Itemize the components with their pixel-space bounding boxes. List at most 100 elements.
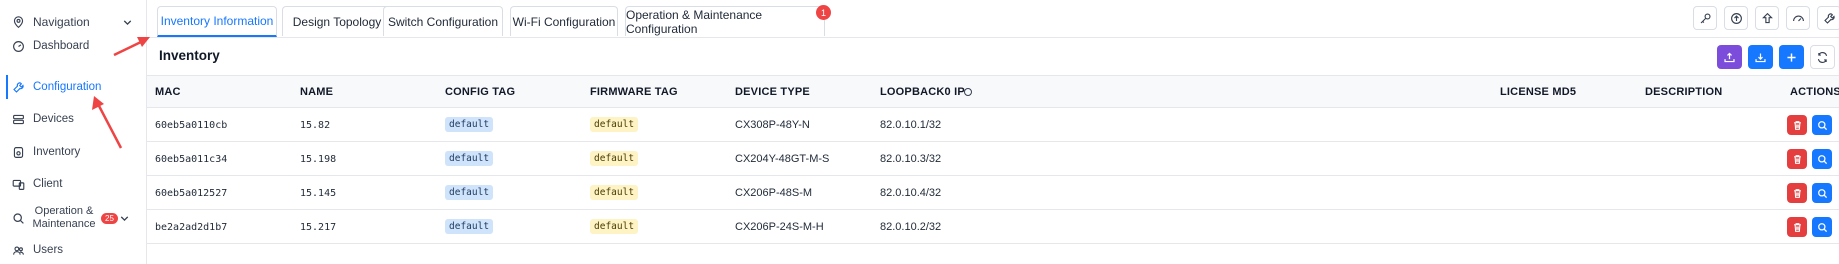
cell-mac: 60eb5a011c34 (155, 154, 228, 165)
plus-icon (1787, 52, 1796, 62)
sidebar-item-label: Dashboard (33, 40, 90, 52)
tab-label: Switch Configuration (387, 14, 499, 29)
sidebar-item-label: Client (33, 178, 63, 190)
location-pin-icon (12, 15, 25, 29)
table-row: 60eb5a012527 15.145 default default CX20… (147, 176, 1839, 210)
sidebar-item-label-line2: Maintenance (32, 218, 96, 230)
column-header-actions: ACTIONS (1790, 86, 1839, 98)
sidebar-item-label: Inventory (33, 146, 81, 158)
sidebar-item-devices[interactable]: Devices (12, 108, 140, 130)
sidebar-item-operation-maintenance[interactable]: Operation & Maintenance 25 (12, 203, 140, 233)
sidebar-item-label: Configuration (33, 81, 102, 93)
delete-button[interactable] (1787, 149, 1807, 169)
tab-switch-configuration[interactable]: Switch Configuration (383, 6, 503, 36)
delete-button[interactable] (1787, 115, 1807, 135)
column-header-name[interactable]: NAME (300, 86, 333, 98)
sidebar: Navigation Dashboard Configuration Devic… (0, 0, 147, 264)
table-row: be2a2ad2d1b7 15.217 default default CX20… (147, 210, 1839, 244)
gauge-icon (12, 40, 25, 53)
cell-loopback-ip: 82.0.10.4/32 (880, 187, 942, 199)
info-circle-icon[interactable] (964, 88, 972, 96)
view-button[interactable] (1812, 183, 1832, 203)
sidebar-item-configuration[interactable]: Configuration (12, 76, 140, 98)
cell-device-type: CX308P-48Y-N (735, 119, 810, 131)
speedometer-icon (1792, 15, 1804, 21)
tab-label: Inventory Information (160, 14, 274, 28)
nav-header-label: Navigation (33, 15, 90, 29)
inventory-table: MAC NAME CONFIG TAG FIRMWARE TAG DEVICE … (147, 75, 1839, 244)
cell-name: 15.198 (300, 154, 337, 165)
upload-arrow-icon (1761, 12, 1773, 23)
upload-circle-button[interactable] (1724, 6, 1748, 30)
section-title: Inventory (159, 48, 220, 63)
server-icon (12, 113, 25, 126)
tab-label: Wi-Fi Configuration (512, 14, 616, 29)
nav-header[interactable]: Navigation (12, 12, 134, 32)
column-header-config-tag[interactable]: CONFIG TAG (445, 86, 515, 98)
tab-wifi-configuration[interactable]: Wi-Fi Configuration (510, 6, 618, 36)
firmware-tag-badge: default (590, 117, 639, 132)
view-button[interactable] (1812, 149, 1832, 169)
column-header-firmware-tag[interactable]: FIRMWARE TAG (590, 86, 678, 98)
upload-arrow-button[interactable] (1755, 6, 1779, 30)
sidebar-item-users[interactable]: Users (12, 239, 140, 261)
cell-loopback-ip: 82.0.10.3/32 (880, 153, 942, 165)
trash-icon (1793, 120, 1801, 130)
count-badge: 25 (101, 212, 118, 224)
cell-device-type: CX206P-48S-M (735, 187, 813, 199)
tab-inventory-information[interactable]: Inventory Information (157, 6, 277, 37)
add-button[interactable] (1779, 45, 1804, 69)
column-header-mac[interactable]: MAC (155, 86, 181, 98)
search-icon (1817, 222, 1827, 232)
wrench-button[interactable] (1817, 6, 1839, 30)
delete-button[interactable] (1787, 217, 1807, 237)
column-header-license-md5[interactable]: LICENSE MD5 (1500, 86, 1576, 98)
cell-name: 15.82 (300, 120, 331, 131)
cell-loopback-ip: 82.0.10.2/32 (880, 221, 942, 233)
delete-button[interactable] (1787, 183, 1807, 203)
cell-name: 15.145 (300, 188, 337, 199)
devices-icon (12, 178, 25, 191)
export-button[interactable] (1717, 45, 1742, 69)
upload-circle-icon (1730, 12, 1742, 24)
sidebar-item-inventory[interactable]: Inventory (12, 141, 140, 163)
cell-device-type: CX204Y-48GT-M-S (735, 153, 830, 165)
sidebar-item-label-line1: Operation & (34, 205, 94, 217)
cell-device-type: CX206P-24S-M-H (735, 221, 824, 233)
view-button[interactable] (1812, 217, 1832, 237)
sidebar-item-label: Users (33, 244, 64, 256)
refresh-icon (1817, 51, 1828, 63)
sidebar-item-client[interactable]: Client (12, 173, 140, 195)
users-icon (12, 244, 25, 257)
trash-icon (1793, 222, 1801, 232)
tab-bar: Inventory Information Design Topology Sw… (147, 0, 1839, 38)
firmware-tag-badge: default (590, 151, 639, 166)
refresh-button[interactable] (1810, 45, 1835, 69)
tab-label: Operation & Maintenance Configuration (626, 7, 763, 36)
cell-loopback-ip: 82.0.10.1/32 (880, 119, 942, 131)
column-header-description[interactable]: DESCRIPTION (1645, 86, 1722, 98)
inventory-icon (12, 146, 25, 159)
table-row: 60eb5a0110cb 15.82 default default CX308… (147, 108, 1839, 142)
speedometer-button[interactable] (1786, 6, 1810, 30)
import-button[interactable] (1748, 45, 1773, 69)
wrench-icon (1823, 12, 1835, 24)
firmware-tag-badge: default (590, 219, 639, 234)
sidebar-item-label: Devices (33, 113, 74, 125)
tab-operation-maintenance-configuration[interactable]: Operation & Maintenance Configuration 1 (625, 5, 831, 36)
chevron-down-icon (118, 212, 131, 225)
trash-icon (1793, 154, 1801, 164)
tray-download-icon (1755, 52, 1766, 62)
tab-design-topology[interactable]: Design Topology (282, 6, 392, 36)
search-icon (1817, 154, 1827, 164)
view-button[interactable] (1812, 115, 1832, 135)
key-button[interactable] (1693, 6, 1717, 30)
config-tag-badge: default (445, 219, 494, 234)
cell-mac: 60eb5a012527 (155, 188, 228, 199)
column-header-loopback0-ip[interactable]: LOOPBACK0 IP (880, 86, 965, 98)
column-header-device-type[interactable]: DEVICE TYPE (735, 86, 810, 98)
config-tag-badge: default (445, 185, 494, 200)
tab-notification-badge: 1 (816, 5, 831, 20)
trash-icon (1793, 188, 1801, 198)
sidebar-item-dashboard[interactable]: Dashboard (12, 35, 140, 57)
